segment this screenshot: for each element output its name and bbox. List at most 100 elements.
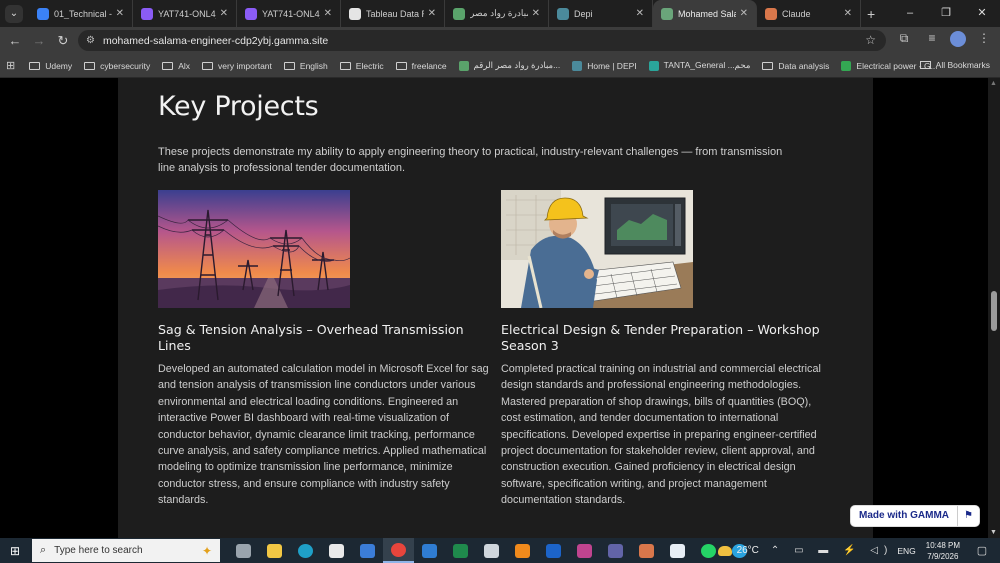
outlook-icon — [546, 543, 561, 558]
taskbar-app-mail[interactable] — [414, 538, 445, 563]
file-explorer-icon — [267, 543, 282, 558]
back-arrow-icon[interactable]: ← — [3, 33, 27, 48]
bookmark-item[interactable]: Electric — [339, 60, 384, 71]
bookmark-item[interactable]: very important — [202, 61, 272, 71]
browser-tab[interactable]: YAT741-ONL4_D ✕ — [237, 0, 341, 27]
forward-arrow-icon[interactable]: → — [27, 33, 51, 48]
tab-label: 01_Technical - Gi — [54, 8, 112, 19]
report-flag-icon[interactable]: ⚑ — [957, 506, 979, 526]
taskbar-app-excel[interactable] — [445, 538, 476, 563]
bookmark-item[interactable]: English — [283, 60, 328, 71]
bookmark-item[interactable]: cybersecurity — [84, 61, 150, 71]
apps-grid-icon[interactable]: ⊞ — [6, 59, 15, 72]
site-info-icon[interactable]: ⚙ — [86, 35, 95, 46]
taskbar-clock[interactable]: 10:48 PM 7/9/2026 — [926, 540, 960, 562]
profile-avatar-icon[interactable] — [950, 31, 966, 47]
page-scrollbar[interactable]: ▲ ▼ — [988, 78, 1000, 538]
browser-tab[interactable]: 01_Technical - Gi ✕ — [29, 0, 133, 27]
scrollbar-thumb[interactable] — [991, 291, 997, 331]
taskbar-app-teams[interactable] — [600, 538, 631, 563]
tray-icons[interactable]: ⌃ ▭ ▬ ⚡ ◁) — [771, 545, 893, 556]
language-indicator[interactable]: ENG — [897, 546, 915, 556]
bookmark-item[interactable]: مبادرة رواد مصر الرقم... — [458, 60, 560, 71]
browser-tab[interactable]: YAT741-ONL4_D ✕ — [133, 0, 237, 27]
system-tray: 26°C ⌃ ▭ ▬ ⚡ ◁) ENG 10:48 PM 7/9/2026 ▢ — [717, 538, 1000, 563]
scroll-down-arrow-icon[interactable]: ▼ — [990, 529, 997, 536]
made-with-gamma-badge[interactable]: Made with GAMMA ⚑ — [850, 505, 980, 527]
url-text[interactable]: mohamed-salama-engineer-cdp2ybj.gamma.si… — [103, 35, 328, 47]
bookmark-label: Electric — [355, 60, 384, 71]
bookmark-item[interactable]: freelance — [395, 61, 447, 71]
project-title: Sag & Tension Analysis – Overhead Transm… — [158, 322, 464, 353]
tab-close-icon[interactable]: ✕ — [844, 8, 852, 19]
mail-icon — [422, 543, 437, 558]
chrome-icon — [391, 542, 406, 557]
windows-start-icon[interactable]: ⊞ — [0, 544, 30, 558]
tab-close-icon[interactable]: ✕ — [740, 8, 748, 19]
taskbar-app-vlc[interactable] — [507, 538, 538, 563]
maximize-button[interactable]: ❐ — [928, 0, 964, 27]
taskbar-app-photos[interactable] — [352, 538, 383, 563]
new-tab-button[interactable]: + — [867, 6, 875, 22]
taskbar-search-box[interactable]: ⌕ Type here to search ✦ — [32, 539, 220, 562]
browser-tab[interactable]: Mohamed Salam ✕ — [653, 0, 757, 27]
taskbar-app-outlook[interactable] — [538, 538, 569, 563]
browser-tab[interactable]: مبادرة رواد مصر ✕ — [445, 0, 549, 27]
weather-widget[interactable]: 26°C — [717, 545, 759, 556]
browser-tab[interactable]: Claude ✕ — [757, 0, 861, 27]
notification-icon[interactable]: ▢ — [972, 544, 992, 557]
whatsapp-icon — [701, 543, 716, 558]
bookmark-label: Data analysis — [778, 60, 830, 71]
taskbar-search-placeholder: Type here to search — [54, 545, 143, 556]
tab-close-icon[interactable]: ✕ — [636, 8, 644, 19]
browser-tab-bar: ⌄ 01_Technical - Gi✕YAT741-ONL4_D✕YAT741… — [0, 0, 1000, 27]
taskbar-app-task-view[interactable] — [228, 538, 259, 563]
close-window-button[interactable]: ✕ — [964, 0, 1000, 27]
taskbar-app-keyboard[interactable] — [476, 538, 507, 563]
tab-close-icon[interactable]: ✕ — [532, 8, 540, 19]
extensions-icon[interactable]: ⧉ — [894, 31, 914, 47]
all-bookmarks-button[interactable]: All Bookmarks — [919, 60, 990, 70]
scroll-up-arrow-icon[interactable]: ▲ — [990, 80, 997, 87]
tab-close-icon[interactable]: ✕ — [428, 8, 436, 19]
bookmark-item[interactable]: TANTA_General ...محم — [648, 60, 750, 71]
clock-date: 7/9/2026 — [927, 551, 959, 561]
tab-close-icon[interactable]: ✕ — [220, 8, 228, 19]
reload-icon[interactable]: ↻ — [51, 33, 75, 49]
bookmark-label: Udemy — [45, 60, 73, 71]
address-toolbar: ← → ↻ ⚙ mohamed-salama-engineer-cdp2ybj.… — [0, 27, 1000, 54]
bookmark-item[interactable]: Data analysis — [762, 61, 829, 71]
taskbar-app-edge[interactable] — [290, 538, 321, 563]
tab-strip: 01_Technical - Gi✕YAT741-ONL4_D✕YAT741-O… — [29, 0, 861, 27]
bookmark-label: Alx — [178, 60, 191, 71]
taskbar-app-copilot[interactable] — [569, 538, 600, 563]
tab-favicon-icon — [349, 7, 361, 20]
transmission-towers-image — [158, 190, 350, 308]
bookmark-item[interactable]: Udemy — [29, 61, 72, 71]
tab-label: Claude — [782, 8, 811, 19]
browser-tab[interactable]: Tableau Data Re ✕ — [341, 0, 445, 27]
taskbar-app-chrome[interactable] — [383, 538, 414, 563]
folder-icon — [29, 61, 41, 70]
tab-search-button[interactable]: ⌄ — [5, 4, 23, 23]
taskbar-app-claude[interactable] — [631, 538, 662, 563]
browser-tab[interactable]: Depi ✕ — [549, 0, 653, 27]
gamma-badge-label[interactable]: Made with GAMMA — [851, 506, 957, 526]
tab-close-icon[interactable]: ✕ — [324, 8, 332, 19]
tab-close-icon[interactable]: ✕ — [116, 8, 124, 19]
folder-icon — [339, 61, 351, 70]
tab-favicon-icon — [661, 7, 673, 20]
taskbar-app-file-explorer[interactable] — [259, 538, 290, 563]
omnibox[interactable]: ⚙ mohamed-salama-engineer-cdp2ybj.gamma.… — [78, 30, 886, 51]
media-controls-icon[interactable]: ≡ — [922, 31, 942, 47]
minimize-button[interactable]: – — [892, 0, 928, 27]
taskbar-app-snipping[interactable] — [662, 538, 693, 563]
bookmark-label: English — [299, 60, 328, 71]
bookmark-item[interactable]: Alx — [162, 61, 190, 71]
bookmark-item[interactable]: Home | DEPI — [572, 60, 637, 71]
menu-kebab-icon[interactable]: ⋮ — [974, 31, 994, 47]
bookmark-star-icon[interactable]: ☆ — [865, 33, 876, 47]
tab-favicon-icon — [245, 7, 257, 20]
taskbar-app-store[interactable] — [321, 538, 352, 563]
snipping-icon — [670, 543, 685, 558]
